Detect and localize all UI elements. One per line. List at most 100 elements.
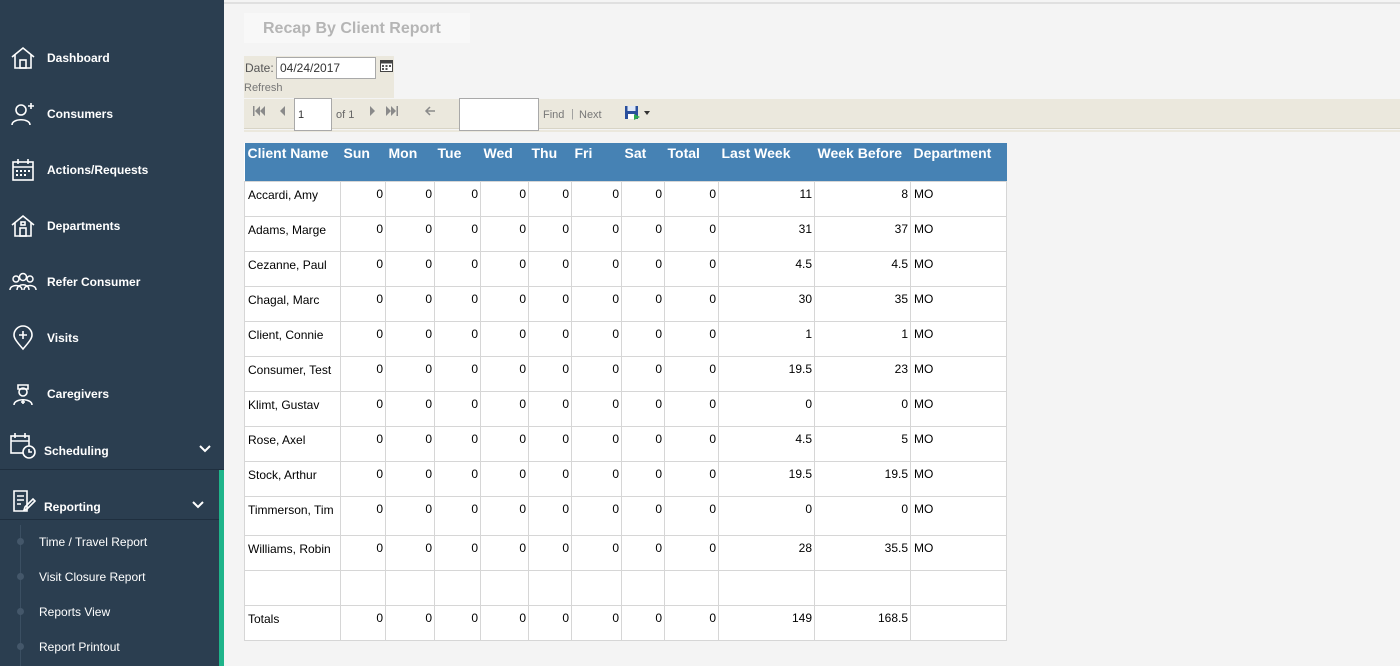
table-cell: 0: [340, 390, 386, 427]
table-cell: 0: [664, 250, 719, 287]
table-cell: 0: [621, 425, 665, 462]
table-cell: MO: [910, 425, 1007, 462]
client-name-cell: Chagal, Marc: [244, 285, 341, 322]
page-number-input[interactable]: [294, 98, 332, 131]
export-dropdown-icon[interactable]: [644, 111, 650, 115]
find-input[interactable]: [459, 98, 539, 131]
calendar-icon[interactable]: [380, 59, 393, 72]
table-cell: 0: [385, 534, 435, 571]
sub-item-report-printout[interactable]: Report Printout: [0, 629, 219, 664]
table-cell: 0: [528, 604, 572, 641]
table-cell: 23: [814, 355, 911, 392]
bullet-icon: [17, 608, 24, 615]
nav-reporting[interactable]: Reporting: [0, 470, 219, 520]
column-header: Tue: [434, 143, 481, 181]
table-cell: 19.5: [718, 460, 815, 497]
table-cell: 0: [385, 215, 435, 252]
table-cell: 0: [480, 460, 529, 497]
table-cell: 35: [814, 285, 911, 322]
table-cell: 4.5: [718, 425, 815, 462]
refresh-link[interactable]: Refresh: [244, 82, 283, 94]
column-header: Last Week: [718, 143, 815, 181]
table-row: Klimt, Gustav 0 0 0 0 0 0 0 0 0 0 MO: [244, 390, 1007, 427]
page-title: Recap By Client Report: [263, 20, 441, 37]
nav-label: Caregivers: [47, 387, 110, 401]
table-cell: 0: [434, 495, 481, 536]
table-cell: 0: [528, 390, 572, 427]
client-name-cell: Klimt, Gustav: [244, 390, 341, 427]
nav-scheduling[interactable]: Scheduling: [0, 422, 224, 470]
client-name-cell: Stock, Arthur: [244, 460, 341, 497]
table-cell: 0: [621, 320, 665, 357]
toolbar-strip: [244, 130, 1400, 132]
table-cell: 0: [664, 285, 719, 322]
nav-refer-consumer[interactable]: Refer Consumer: [0, 254, 224, 310]
nav-departments[interactable]: Departments: [0, 198, 224, 254]
table-cell: [528, 569, 572, 606]
home-icon: [9, 44, 37, 72]
table-cell: 0: [664, 604, 719, 641]
table-cell: 0: [480, 604, 529, 641]
table-cell: 0: [571, 460, 622, 497]
date-label: Date:: [245, 61, 274, 75]
chevron-down-icon[interactable]: [191, 498, 205, 512]
table-cell: 0: [571, 390, 622, 427]
table-cell: 0: [664, 215, 719, 252]
client-name-cell: Williams, Robin: [244, 534, 341, 571]
table-cell: 0: [434, 390, 481, 427]
table-cell: 1: [718, 320, 815, 357]
table-cell: MO: [910, 250, 1007, 287]
table-cell: 0: [571, 180, 622, 217]
nav-consumers[interactable]: Consumers: [0, 86, 224, 142]
table-row: Williams, Robin 0 0 0 0 0 0 0 0 28 35.5 MO: [244, 534, 1007, 571]
sub-item-time-travel-report[interactable]: Time / Travel Report: [0, 524, 219, 559]
table-cell: 0: [621, 604, 665, 641]
table-row: Timmerson, Tim 0 0 0 0 0 0 0 0 0 0 MO: [244, 495, 1007, 536]
bullet-icon: [17, 643, 24, 650]
table-cell: 149: [718, 604, 815, 641]
nav-visits[interactable]: Visits: [0, 310, 224, 366]
table-cell: 0: [718, 495, 815, 536]
find-next-link[interactable]: Next: [579, 109, 602, 121]
table-cell: 0: [664, 180, 719, 217]
table-cell: [385, 569, 435, 606]
table-cell: 0: [814, 390, 911, 427]
find-link[interactable]: Find: [543, 109, 564, 121]
table-cell: [244, 569, 341, 606]
sub-item-visit-closure-report[interactable]: Visit Closure Report: [0, 559, 219, 594]
table-cell: MO: [910, 215, 1007, 252]
table-cell: 0: [340, 604, 386, 641]
table-cell: 168.5: [814, 604, 911, 641]
table-cell: 0: [571, 355, 622, 392]
table-cell: 0: [480, 250, 529, 287]
top-divider: [224, 2, 1400, 4]
table-cell: MO: [910, 180, 1007, 217]
back-to-parent-icon[interactable]: [423, 104, 437, 118]
table-cell: 0: [385, 250, 435, 287]
table-cell: 1: [814, 320, 911, 357]
next-page-icon[interactable]: [365, 104, 379, 118]
table-cell: 0: [528, 250, 572, 287]
table-cell: 0: [571, 285, 622, 322]
date-input[interactable]: [276, 57, 376, 79]
nav-caregivers[interactable]: Caregivers: [0, 366, 224, 422]
table-row: Accardi, Amy 0 0 0 0 0 0 0 0 11 8 MO: [244, 180, 1007, 217]
chevron-down-icon[interactable]: [198, 442, 212, 456]
save-export-icon[interactable]: [624, 105, 640, 121]
table-cell: 0: [528, 355, 572, 392]
nav-actions-requests[interactable]: Actions/Requests: [0, 142, 224, 198]
nav-label: Visits: [47, 331, 79, 345]
first-page-icon[interactable]: [252, 104, 266, 118]
sub-item-reports-view[interactable]: Reports View: [0, 594, 219, 629]
previous-page-icon[interactable]: [276, 104, 290, 118]
table-cell: 0: [664, 425, 719, 462]
table-cell: 0: [528, 495, 572, 536]
nav-dashboard[interactable]: Dashboard: [0, 30, 224, 86]
table-cell: 19.5: [718, 355, 815, 392]
table-cell: MO: [910, 460, 1007, 497]
table-cell: 0: [528, 180, 572, 217]
last-page-icon[interactable]: [385, 104, 399, 118]
table-cell: 0: [340, 460, 386, 497]
table-cell: 0: [621, 495, 665, 536]
table-cell: 5: [814, 425, 911, 462]
